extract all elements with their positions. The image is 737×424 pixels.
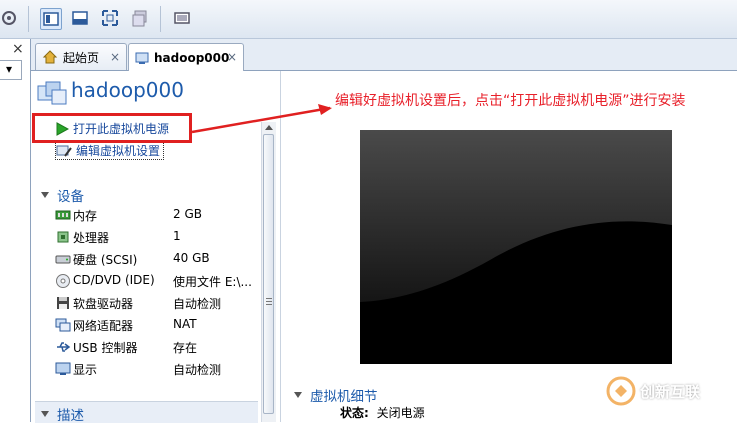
device-value: 1 — [173, 229, 181, 243]
highlight-box — [32, 113, 192, 143]
state-value: 关闭电源 — [376, 406, 425, 420]
cd-dvd-icon — [56, 274, 70, 288]
vm-tab-icon — [135, 52, 149, 64]
device-name: 显示 — [73, 363, 98, 377]
screen-gloss — [360, 130, 672, 302]
annotation-text: 编辑好虚拟机设置后，点击“打开此虚拟机电源”进行安装 — [335, 93, 686, 109]
device-row-floppy[interactable]: 软盘驱动器 自动检测 — [55, 294, 255, 312]
vm-logo-icon — [37, 80, 67, 109]
device-row-usb[interactable]: USB 控制器 存在 — [55, 338, 255, 356]
collapse-arrow-icon — [41, 192, 49, 198]
device-value: 40 GB — [173, 251, 210, 265]
devices-header-label: 设备 — [57, 189, 84, 205]
library-close-icon[interactable]: × — [12, 41, 24, 57]
floppy-icon — [57, 297, 69, 309]
settings-icon[interactable] — [0, 8, 22, 30]
watermark: 创新互联 — [606, 376, 700, 406]
fullscreen-icon[interactable] — [70, 8, 92, 30]
description-section-header[interactable]: 描述 — [41, 404, 84, 424]
tab-hadoop000-close-icon[interactable]: × — [227, 50, 237, 64]
memory-icon — [55, 210, 71, 220]
toolbar-separator — [28, 6, 29, 32]
device-value: 2 GB — [173, 207, 202, 221]
toolbar — [0, 0, 737, 39]
device-row-memory[interactable]: 内存 2 GB — [55, 206, 255, 224]
device-name: 内存 — [73, 209, 98, 223]
collapse-arrow-icon — [41, 411, 49, 417]
scroll-thumb[interactable] — [263, 134, 274, 414]
watermark-text: 创新互联 — [640, 382, 701, 401]
device-row-network[interactable]: 网络适配器 NAT — [55, 316, 255, 334]
device-row-processor[interactable]: 处理器 1 — [55, 228, 255, 246]
collapse-arrow-icon — [294, 392, 302, 398]
device-name: CD/DVD (IDE) — [73, 273, 155, 287]
edit-settings-icon — [56, 145, 72, 157]
vm-screen-preview[interactable] — [360, 130, 672, 364]
devices-section-header[interactable]: 设备 — [41, 185, 84, 205]
device-value: 自动检测 — [173, 363, 222, 377]
details-section-header[interactable]: 虚拟机细节 — [294, 385, 378, 405]
device-row-hard-disk[interactable]: 硬盘 (SCSI) 40 GB — [55, 250, 255, 268]
edit-settings-button[interactable]: 编辑虚拟机设置 — [55, 141, 165, 160]
vm-state: 状态: 关闭电源 — [340, 404, 425, 421]
annotation-arrow-icon — [191, 104, 332, 134]
processor-icon — [57, 231, 69, 243]
device-row-display[interactable]: 显示 自动检测 — [55, 360, 255, 378]
vm-title: hadoop000 — [71, 78, 184, 102]
home-icon — [42, 50, 58, 64]
state-label: 状态: — [340, 406, 369, 420]
usb-icon — [57, 342, 71, 352]
edit-settings-label: 编辑虚拟机设置 — [76, 144, 161, 158]
device-value: NAT — [173, 317, 197, 331]
device-row-cd-dvd[interactable]: CD/DVD (IDE) 使用文件 E:\... — [55, 272, 255, 290]
grip-line — [266, 301, 272, 302]
toolbar-separator — [160, 6, 161, 32]
tab-home-close-icon[interactable]: × — [110, 50, 120, 64]
left-panel-scrollbar[interactable] — [261, 122, 276, 422]
thumbnail-view-icon[interactable] — [172, 8, 194, 30]
tab-home-label: 起始页 — [63, 50, 100, 65]
grip-line — [266, 298, 272, 299]
unity-icon[interactable] — [100, 8, 122, 30]
device-name: 网络适配器 — [73, 319, 134, 333]
device-name: 软盘驱动器 — [73, 297, 134, 311]
tab-hadoop000[interactable]: hadoop000 × — [128, 43, 244, 71]
description-header-label: 描述 — [57, 408, 84, 424]
tab-hadoop000-label: hadoop000 — [154, 50, 230, 65]
library-pane: × ▾ — [0, 39, 31, 422]
device-name: 处理器 — [73, 231, 110, 245]
hard-disk-icon — [55, 255, 71, 264]
grip-line — [266, 304, 272, 305]
details-header-label: 虚拟机细节 — [310, 389, 378, 405]
device-name: USB 控制器 — [73, 341, 138, 355]
console-view-icon[interactable] — [40, 8, 62, 30]
tab-home[interactable]: 起始页 × — [35, 43, 127, 70]
device-value: 使用文件 E:\... — [173, 275, 252, 289]
library-search-box[interactable]: ▾ — [0, 60, 22, 80]
device-value: 自动检测 — [173, 297, 222, 311]
watermark-logo-icon — [606, 376, 636, 406]
dropdown-icon: ▾ — [6, 62, 13, 76]
network-adapter-icon — [55, 318, 71, 332]
toggle-icon[interactable] — [130, 8, 152, 30]
device-value: 存在 — [173, 341, 198, 355]
tab-bar: 起始页 × hadoop000 × — [31, 39, 737, 71]
device-name: 硬盘 (SCSI) — [73, 253, 138, 267]
display-icon — [55, 362, 71, 375]
